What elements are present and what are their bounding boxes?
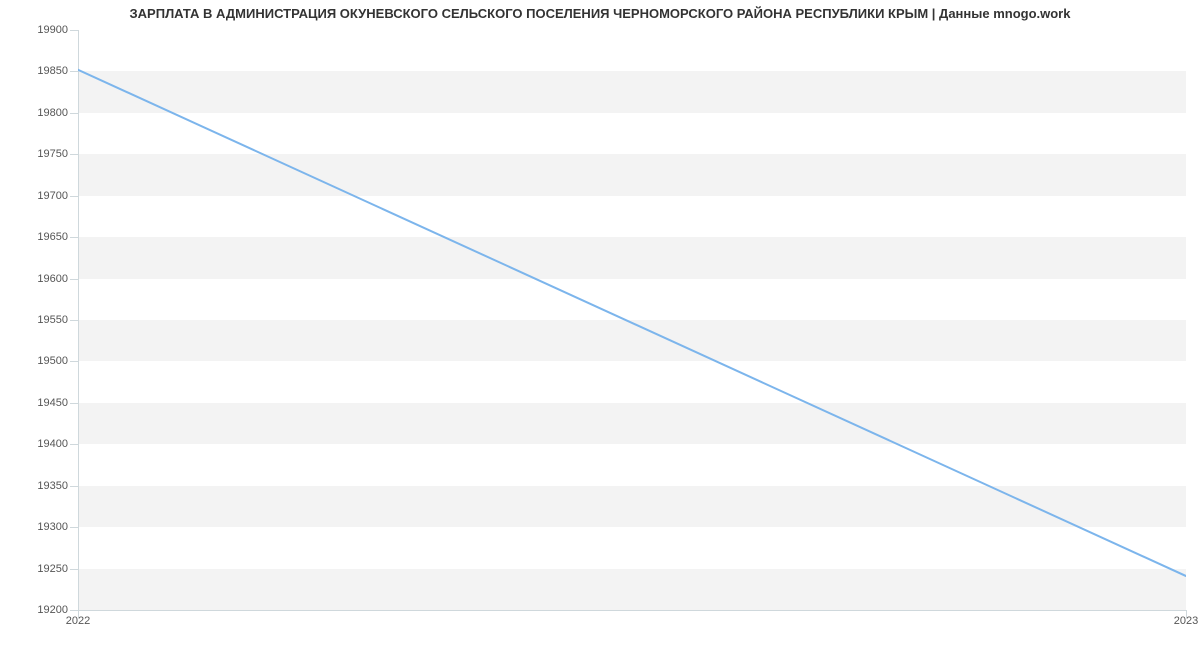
y-tick-label: 19600 (13, 273, 68, 285)
y-tick-label: 19200 (13, 604, 68, 616)
plot-area (78, 30, 1186, 610)
y-tick-label: 19800 (13, 107, 68, 119)
y-tick-label: 19350 (13, 480, 68, 492)
y-tick-label: 19900 (13, 24, 68, 36)
y-tick (70, 320, 78, 321)
y-tick-label: 19700 (13, 190, 68, 202)
y-tick (70, 237, 78, 238)
line-series (78, 30, 1186, 610)
y-tick (70, 361, 78, 362)
y-tick (70, 527, 78, 528)
y-tick-label: 19850 (13, 65, 68, 77)
y-tick (70, 279, 78, 280)
y-tick (70, 403, 78, 404)
chart-title: ЗАРПЛАТА В АДМИНИСТРАЦИЯ ОКУНЕВСКОГО СЕЛ… (0, 6, 1200, 21)
y-tick (70, 610, 78, 611)
y-tick-label: 19550 (13, 314, 68, 326)
y-tick (70, 196, 78, 197)
y-tick (70, 113, 78, 114)
y-tick (70, 154, 78, 155)
y-tick-label: 19400 (13, 438, 68, 450)
y-tick-label: 19300 (13, 521, 68, 533)
y-tick-label: 19650 (13, 231, 68, 243)
y-tick-label: 19500 (13, 355, 68, 367)
x-axis-line (78, 610, 1186, 611)
y-tick (70, 444, 78, 445)
x-tick-label: 2022 (66, 615, 90, 627)
chart-container: ЗАРПЛАТА В АДМИНИСТРАЦИЯ ОКУНЕВСКОГО СЕЛ… (0, 0, 1200, 650)
y-tick (70, 569, 78, 570)
y-tick (70, 30, 78, 31)
y-tick (70, 486, 78, 487)
y-tick-label: 19250 (13, 563, 68, 575)
y-tick-label: 19450 (13, 397, 68, 409)
x-tick-label: 2023 (1174, 615, 1198, 627)
y-tick-label: 19750 (13, 148, 68, 160)
y-tick (70, 71, 78, 72)
